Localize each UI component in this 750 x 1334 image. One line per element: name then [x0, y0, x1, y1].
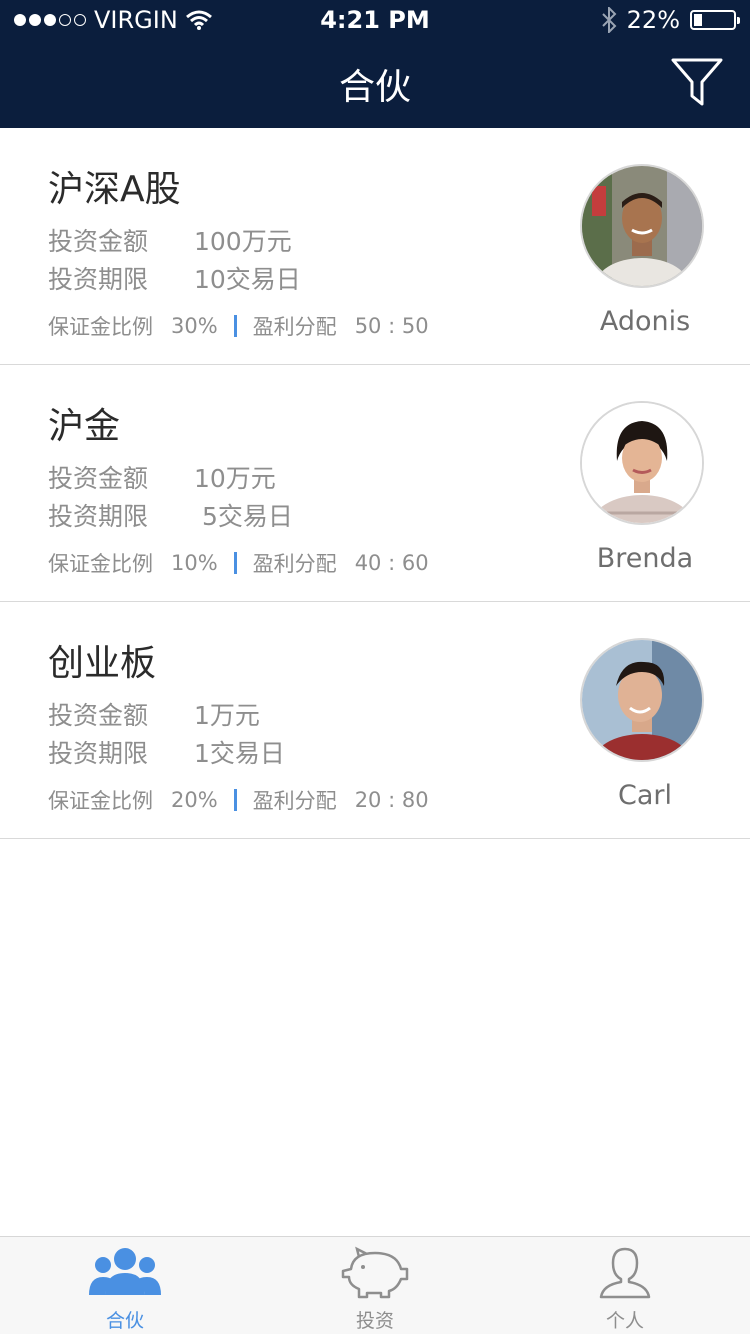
- divider: [233, 789, 237, 811]
- status-right: 22%: [601, 6, 740, 34]
- profit-label: 盈利分配: [252, 789, 337, 813]
- tab-invest[interactable]: 投资: [250, 1237, 500, 1334]
- margin-value: 10%: [171, 551, 218, 575]
- profit-value: 50 : 50: [354, 314, 429, 338]
- margin-label: 保证金比例: [48, 315, 153, 339]
- profit-value: 40 : 60: [354, 551, 429, 575]
- avatar[interactable]: [580, 401, 704, 525]
- filter-icon: [671, 58, 723, 106]
- amount-row: 投资金额 1万元: [48, 696, 260, 732]
- term-row: 投资期限 1交易日: [48, 734, 285, 770]
- margin-value: 20%: [171, 788, 218, 812]
- margin-label: 保证金比例: [48, 789, 153, 813]
- market-title: 沪深A股: [48, 169, 181, 210]
- amount-label: 投资金额: [48, 227, 149, 256]
- amount-label: 投资金额: [48, 464, 149, 493]
- term-row: 投资期限 5交易日: [48, 497, 293, 533]
- person-icon: [599, 1247, 651, 1299]
- avatar[interactable]: [580, 638, 704, 762]
- profit-label: 盈利分配: [252, 552, 337, 576]
- divider: [233, 315, 237, 337]
- partner-list: 沪深A股 投资金额 100万元 投资期限 10交易日 保证金比例 30% 盈利分…: [0, 128, 750, 839]
- market-title: 沪金: [48, 406, 121, 447]
- header: VIRGIN 4:21 PM 22% 合伙: [0, 0, 750, 128]
- margin-value: 30%: [171, 314, 218, 338]
- amount-value: 1万元: [194, 701, 260, 730]
- list-item[interactable]: 创业板 投资金额 1万元 投资期限 1交易日 保证金比例 20% 盈利分配 20…: [0, 602, 750, 839]
- amount-row: 投资金额 100万元: [48, 222, 292, 258]
- divider: [233, 552, 237, 574]
- list-item[interactable]: 沪金 投资金额 10万元 投资期限 5交易日 保证金比例 10% 盈利分配 40…: [0, 365, 750, 602]
- term-row: 投资期限 10交易日: [48, 260, 301, 296]
- battery-percent: 22%: [626, 6, 680, 34]
- avatar-photo: [582, 403, 702, 523]
- amount-value: 10万元: [194, 464, 276, 493]
- tab-label: 合伙: [105, 1310, 144, 1332]
- bluetooth-icon: [601, 7, 617, 33]
- avatar[interactable]: [580, 164, 704, 288]
- tab-label: 个人: [605, 1310, 644, 1332]
- page-title: 合伙: [338, 67, 411, 108]
- avatar-photo: [582, 166, 702, 286]
- tab-bar: 合伙 投资 个人: [0, 1236, 750, 1334]
- partner-name: Adonis: [599, 306, 691, 337]
- margin-label: 保证金比例: [48, 552, 153, 576]
- profit-label: 盈利分配: [252, 315, 337, 339]
- term-label: 投资期限: [48, 502, 149, 531]
- tab-partner[interactable]: 合伙: [0, 1237, 250, 1334]
- group-icon: [89, 1248, 161, 1295]
- term-label: 投资期限: [48, 265, 149, 294]
- partner-name: Carl: [618, 780, 672, 811]
- tab-label: 投资: [355, 1310, 394, 1332]
- avatar-photo: [582, 640, 702, 760]
- meta-row: 保证金比例 20% 盈利分配 20 : 80: [48, 785, 429, 815]
- profit-value: 20 : 80: [354, 788, 429, 812]
- market-title: 创业板: [48, 643, 157, 684]
- status-bar: VIRGIN 4:21 PM 22%: [0, 0, 750, 40]
- meta-row: 保证金比例 30% 盈利分配 50 : 50: [48, 311, 429, 341]
- amount-row: 投资金额 10万元: [48, 459, 276, 495]
- term-value: 1交易日: [194, 739, 285, 768]
- list-item[interactable]: 沪深A股 投资金额 100万元 投资期限 10交易日 保证金比例 30% 盈利分…: [0, 128, 750, 365]
- amount-value: 100万元: [194, 227, 292, 256]
- term-value: 5交易日: [202, 502, 293, 531]
- meta-row: 保证金比例 10% 盈利分配 40 : 60: [48, 548, 429, 578]
- term-label: 投资期限: [48, 739, 149, 768]
- filter-button[interactable]: [670, 56, 724, 108]
- partner-name: Brenda: [596, 543, 694, 574]
- amount-label: 投资金额: [48, 701, 149, 730]
- tab-profile[interactable]: 个人: [500, 1237, 750, 1334]
- piggy-bank-icon: [341, 1246, 409, 1299]
- battery-icon: [690, 10, 740, 30]
- term-value: 10交易日: [194, 265, 301, 294]
